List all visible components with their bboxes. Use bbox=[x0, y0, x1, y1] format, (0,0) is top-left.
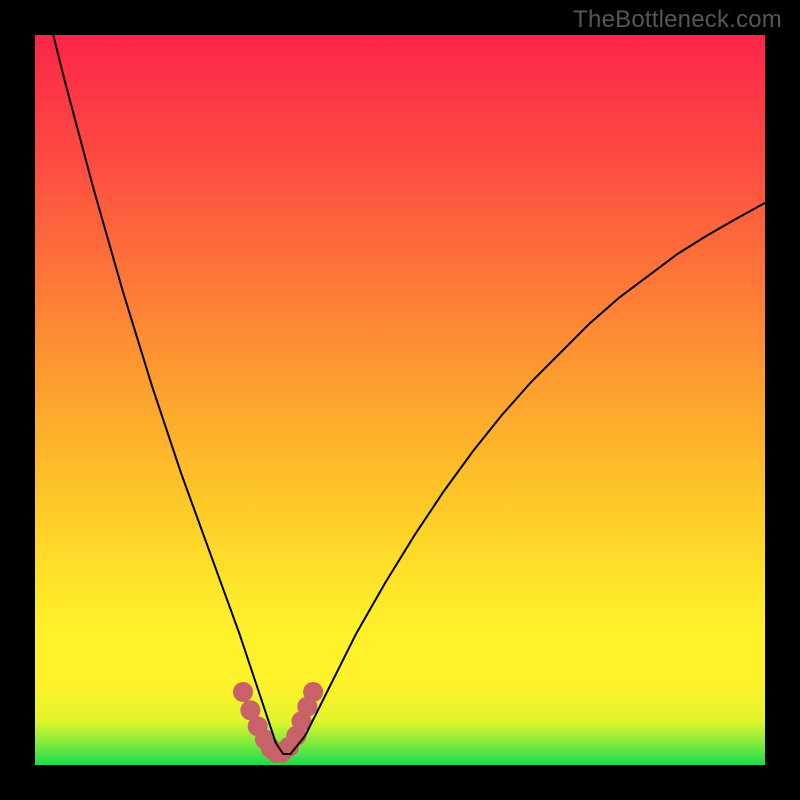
highlight-markers bbox=[233, 682, 323, 763]
bottleneck-curve bbox=[35, 35, 765, 754]
marker-dot bbox=[233, 682, 253, 702]
curve-layer bbox=[35, 35, 765, 765]
chart-frame: TheBottleneck.com bbox=[0, 0, 800, 800]
watermark-text: TheBottleneck.com bbox=[573, 6, 782, 34]
marker-dot bbox=[303, 682, 323, 702]
plot-area bbox=[35, 35, 765, 765]
